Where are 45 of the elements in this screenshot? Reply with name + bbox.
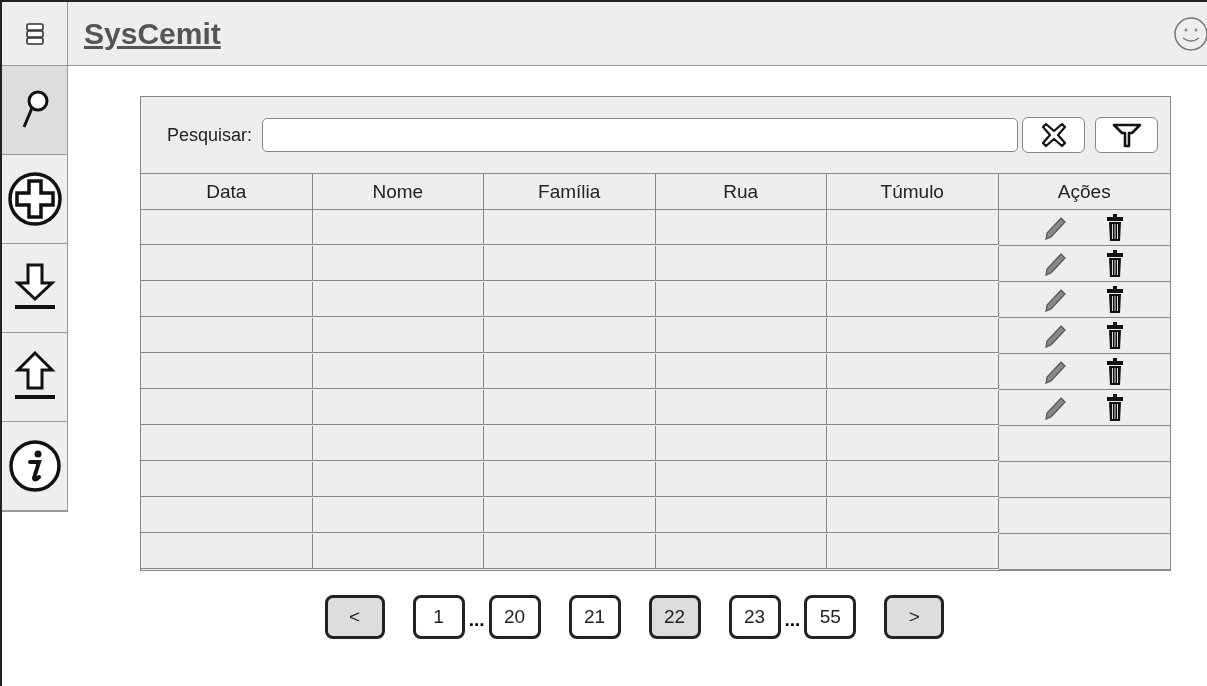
sidebar-item[interactable] (2, 244, 67, 333)
menu-icon (25, 22, 44, 45)
smiley-icon[interactable] (1173, 15, 1207, 52)
trash-icon[interactable] (1106, 321, 1125, 350)
column-header: Rua (655, 174, 827, 210)
page-button[interactable]: 22 (648, 595, 701, 639)
filter-button[interactable] (1095, 117, 1158, 153)
ellipsis: ... (468, 608, 485, 631)
column-header: Túmulo (827, 174, 999, 210)
add-icon (6, 171, 63, 227)
pencil-icon[interactable] (1044, 323, 1067, 348)
trash-icon[interactable] (1106, 393, 1125, 422)
menu-button[interactable] (2, 2, 68, 66)
sidebar-item[interactable] (2, 422, 67, 511)
clear-button[interactable] (1022, 117, 1085, 153)
close-icon (1040, 122, 1067, 148)
filter-icon (1111, 122, 1142, 148)
column-header: Família (484, 174, 656, 210)
search-label: Pesquisar: (167, 124, 253, 146)
next-page-button[interactable]: > (884, 595, 945, 639)
pencil-icon[interactable] (1044, 395, 1067, 420)
trash-icon[interactable] (1106, 249, 1125, 278)
page-button[interactable]: 55 (804, 595, 857, 639)
trash-icon[interactable] (1106, 357, 1125, 386)
column-header: Nome (312, 174, 484, 210)
pencil-icon[interactable] (1044, 359, 1067, 384)
search-field[interactable] (262, 118, 1018, 152)
column-header: Data (141, 174, 313, 210)
page-button[interactable]: 23 (728, 595, 781, 639)
sidebar-item[interactable] (2, 333, 67, 422)
sidebar-item[interactable] (2, 66, 67, 155)
pencil-icon[interactable] (1044, 287, 1067, 312)
pencil-icon[interactable] (1044, 215, 1067, 240)
page-button[interactable]: 21 (568, 595, 621, 639)
sidebar-item[interactable] (2, 155, 67, 244)
column-header: Ações (998, 174, 1170, 210)
previous-page-button[interactable]: < (324, 595, 385, 639)
page-button[interactable]: 1 (412, 595, 465, 639)
page-button[interactable]: 20 (488, 595, 541, 639)
info-icon (7, 439, 62, 493)
pencil-icon[interactable] (1044, 251, 1067, 276)
trash-icon[interactable] (1106, 285, 1125, 314)
app-title: SysCemit (84, 16, 221, 51)
ellipsis: ... (784, 608, 801, 631)
trash-icon[interactable] (1106, 213, 1125, 242)
